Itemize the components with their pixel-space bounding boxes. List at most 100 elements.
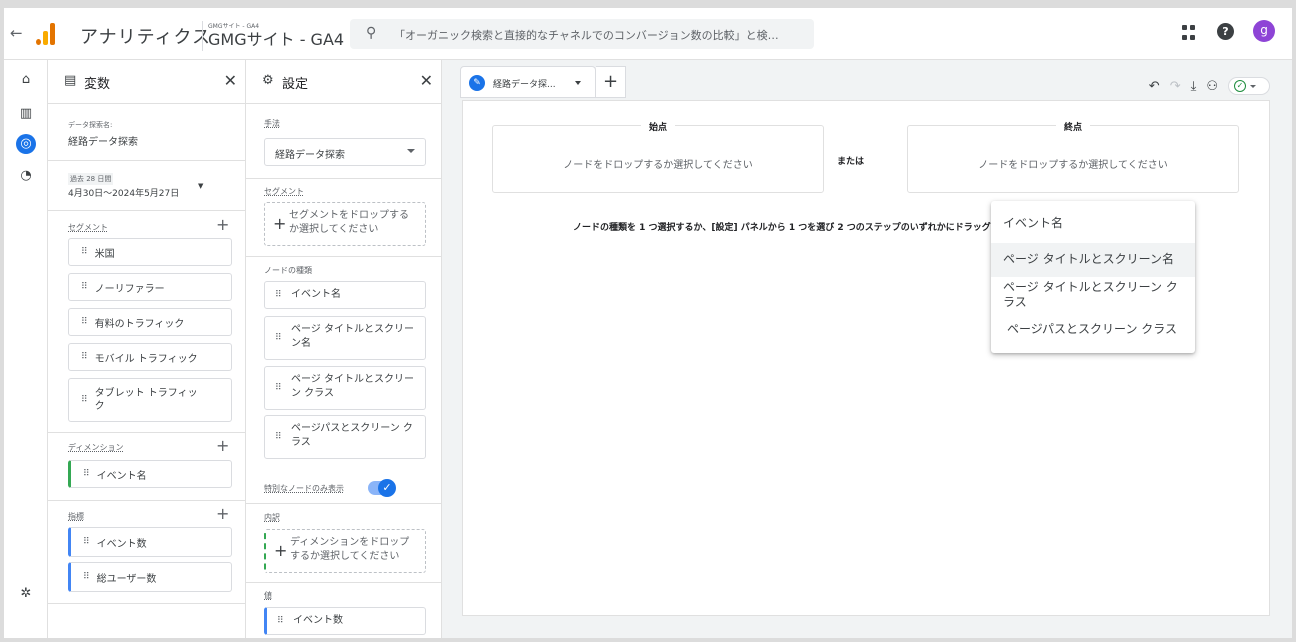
- drag-handle-icon[interactable]: ⠿: [83, 572, 90, 582]
- search-placeholder[interactable]: 「オーガニック検索と直接的なチャネルでのコンバージョン数の比較」と検…: [394, 27, 804, 43]
- node-type-label: ノードの種類: [264, 266, 312, 275]
- start-node-hint: ノードをドロップするか選択してください: [563, 160, 753, 171]
- close-variables-icon[interactable]: ✕: [224, 71, 237, 90]
- property-selector[interactable]: GMGサイト - GA4: [202, 29, 344, 51]
- drag-handle-icon[interactable]: ⠿: [81, 394, 88, 407]
- unique-nodes-toggle[interactable]: ✓: [368, 479, 396, 497]
- search-bar[interactable]: ⚲ 「オーガニック検索と直接的なチャネルでのコンバージョン数の比較」と検…: [350, 19, 814, 49]
- check-icon: ✓: [378, 479, 396, 497]
- divider: [48, 500, 245, 501]
- drag-handle-icon[interactable]: ⠿: [275, 381, 282, 395]
- settings-header: ⚙ 設定 ✕: [246, 60, 441, 104]
- drag-handle-icon[interactable]: ⠿: [81, 282, 88, 292]
- node-type-chip[interactable]: ⠿ ページ タイトルとスクリーン クラス: [264, 366, 426, 410]
- divider: [246, 582, 441, 583]
- analytics-logo-icon: [36, 21, 58, 45]
- divider: [48, 160, 245, 161]
- left-nav-rail: ⌂ ▥ ◎ ◔ ✲: [4, 60, 48, 638]
- share-user-icon[interactable]: ⚇: [1206, 79, 1218, 94]
- variables-title: 変数: [84, 77, 111, 92]
- instruction-text: ノードの種類を 1 つ選択するか、[設定] パネルから 1 つを選び 2 つのス…: [573, 223, 993, 233]
- segment-comparison-label: セグメント: [264, 187, 304, 196]
- segment-chip[interactable]: ⠿ モバイル トラフィック: [68, 343, 232, 371]
- values-label: 値: [264, 591, 272, 600]
- date-range-selector[interactable]: 4月30日～2024年5月27日: [68, 186, 179, 199]
- divider: [48, 210, 245, 211]
- undo-icon[interactable]: ↶: [1149, 79, 1160, 94]
- value-chip[interactable]: ⠿ イベント数: [264, 607, 426, 635]
- tab-path-exploration[interactable]: ✎ 経路データ探...: [460, 66, 596, 98]
- dimension-chip[interactable]: ⠿ イベント名: [68, 460, 232, 488]
- back-arrow-icon[interactable]: ←: [10, 24, 23, 42]
- date-preset-label: 過去 28 日間: [68, 173, 114, 185]
- home-icon[interactable]: ⌂: [16, 70, 36, 90]
- unique-nodes-label: 特別なノードのみ表示: [264, 484, 344, 493]
- variables-header: ▤ 変数 ✕: [48, 60, 245, 104]
- close-settings-icon[interactable]: ✕: [420, 71, 433, 90]
- drag-handle-icon[interactable]: ⠿: [275, 331, 282, 345]
- reports-icon[interactable]: ▥: [16, 104, 36, 124]
- drag-handle-icon[interactable]: ⠿: [275, 288, 282, 302]
- drag-handle-icon[interactable]: ⠿: [81, 352, 88, 362]
- end-node-hint: ノードをドロップするか選択してください: [978, 160, 1168, 171]
- node-type-chip[interactable]: ⠿ イベント名: [264, 281, 426, 309]
- redo-icon[interactable]: ↷: [1170, 79, 1181, 94]
- advertising-icon[interactable]: ◔: [16, 166, 36, 186]
- menu-item-event-name[interactable]: イベント名: [991, 207, 1195, 243]
- breakdown-drop-zone[interactable]: + ディメンションをドロップするか選択してください: [264, 529, 426, 573]
- settings-gear-icon: ⚙: [262, 73, 274, 88]
- node-type-chip[interactable]: ⠿ ページ タイトルとスクリーン名: [264, 316, 426, 360]
- tab-dropdown-icon[interactable]: [575, 81, 581, 85]
- start-node-title: 始点: [640, 123, 675, 133]
- segment-chip[interactable]: ⠿ 米国: [68, 238, 232, 266]
- edit-pencil-icon: ✎: [469, 75, 485, 91]
- exploration-name-label: データ探索名:: [68, 121, 113, 129]
- add-dimension-plus-icon[interactable]: +: [216, 436, 229, 455]
- breakdown-label: 内訳: [264, 513, 280, 522]
- add-metric-plus-icon[interactable]: +: [216, 504, 229, 523]
- search-icon: ⚲: [366, 25, 377, 41]
- segment-drop-zone[interactable]: + セグメントをドロップするか選択してください: [264, 202, 426, 246]
- metrics-label: 指標: [68, 512, 84, 521]
- segment-chip[interactable]: ⠿ ノーリファラー: [68, 273, 232, 301]
- plus-icon: +: [273, 214, 287, 233]
- exploration-name-input[interactable]: 経路データ探索: [68, 133, 138, 148]
- divider: [48, 432, 245, 433]
- add-segment-plus-icon[interactable]: +: [216, 215, 229, 234]
- drag-handle-icon[interactable]: ⠿: [83, 469, 90, 479]
- metric-chip[interactable]: ⠿ イベント数: [68, 527, 232, 557]
- drag-handle-icon[interactable]: ⠿: [81, 317, 88, 327]
- drag-handle-icon[interactable]: ⠿: [275, 430, 282, 444]
- segment-chip[interactable]: ⠿ 有料のトラフィック: [68, 308, 232, 336]
- divider: [246, 178, 441, 179]
- technique-select[interactable]: 経路データ探索: [264, 138, 426, 166]
- download-icon[interactable]: ⤓: [1191, 79, 1197, 94]
- or-label: または: [837, 157, 865, 167]
- settings-title: 設定: [282, 77, 309, 92]
- menu-item-page-title-screen-class[interactable]: ページ タイトルとスクリーン クラス: [991, 277, 1195, 315]
- explore-icon[interactable]: ◎: [16, 134, 36, 154]
- avatar[interactable]: g: [1253, 20, 1275, 42]
- divider: [48, 603, 245, 604]
- drag-handle-icon[interactable]: ⠿: [83, 537, 90, 547]
- drag-handle-icon[interactable]: ⠿: [277, 614, 284, 628]
- top-bar: ← アナリティクス GMGサイト - GA4 GMGサイト - GA4 ⚲ 「オ…: [4, 8, 1292, 60]
- metric-chip[interactable]: ⠿ 総ユーザー数: [68, 562, 232, 592]
- technique-label: 手法: [264, 119, 280, 128]
- help-icon[interactable]: ?: [1217, 23, 1234, 40]
- end-node-box[interactable]: 終点 ノードをドロップするか選択してください: [907, 123, 1239, 193]
- menu-item-page-path-screen-class[interactable]: ページパスとスクリーン クラス: [991, 315, 1195, 345]
- admin-gear-icon[interactable]: ✲: [16, 584, 36, 604]
- start-node-box[interactable]: 始点 ノードをドロップするか選択してください: [492, 123, 824, 193]
- variables-icon: ▤: [64, 73, 77, 88]
- variables-panel: ▤ 変数 ✕ データ探索名: 経路データ探索 過去 28 日間 4月30日～20…: [48, 60, 246, 638]
- date-dropdown-icon[interactable]: ▼: [198, 182, 203, 190]
- status-check-button[interactable]: ✓: [1228, 77, 1270, 95]
- node-type-chip[interactable]: ⠿ ページパスとスクリーン クラス: [264, 415, 426, 459]
- segment-chip[interactable]: ⠿ タブレット トラフィック: [68, 378, 232, 422]
- menu-item-page-title-screen-name[interactable]: ページ タイトルとスクリーン名: [991, 243, 1195, 277]
- drag-handle-icon[interactable]: ⠿: [81, 247, 88, 257]
- apps-grid-icon[interactable]: [1182, 25, 1198, 41]
- add-tab-button[interactable]: +: [596, 66, 626, 98]
- divider: [246, 503, 441, 504]
